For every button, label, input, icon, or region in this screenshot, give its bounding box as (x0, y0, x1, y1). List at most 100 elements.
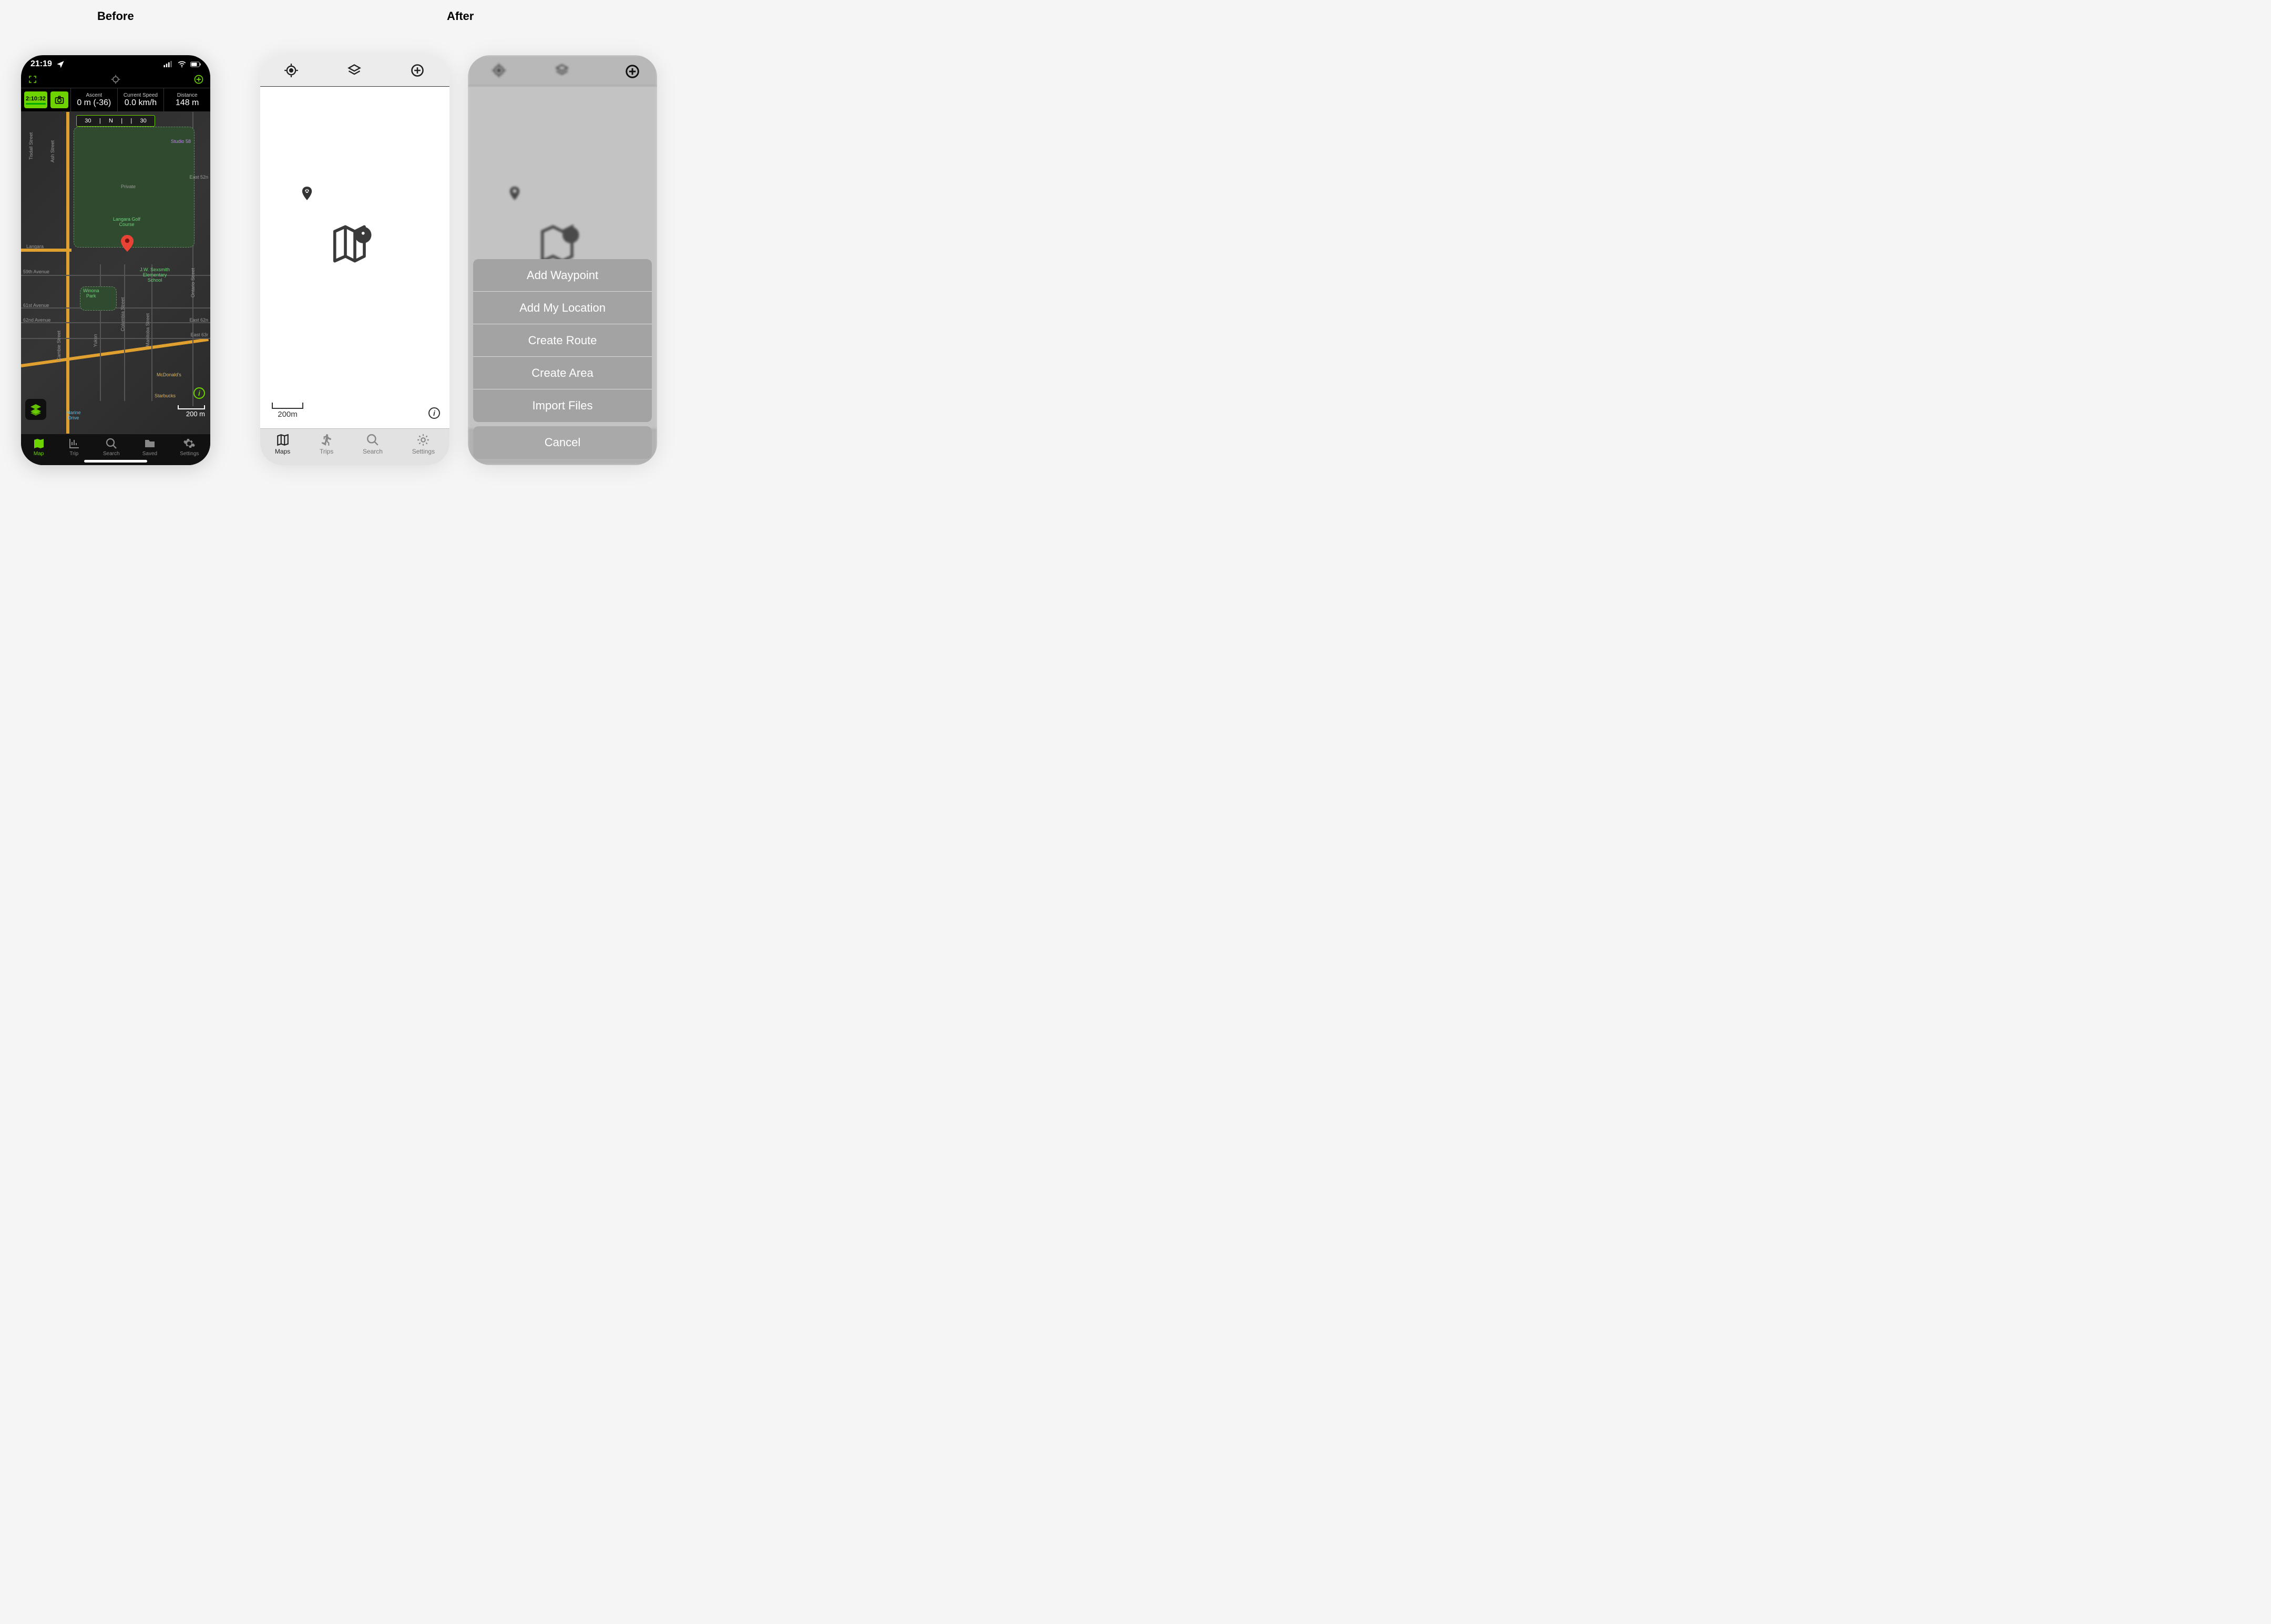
action-add-waypoint[interactable]: Add Waypoint (473, 259, 652, 292)
scale-text: 200m (278, 410, 298, 419)
home-indicator (84, 460, 147, 462)
maplabel-winona: Winona Park (83, 289, 99, 299)
scale-text: 200 m (186, 410, 205, 418)
tab-maps-label: Maps (275, 448, 290, 455)
maplabel-62nd: 62nd Avenue (23, 318, 50, 323)
stat-ascent-value: 0 m (-36) (73, 98, 115, 108)
tab-settings[interactable]: Settings (412, 433, 435, 455)
hiker-icon (320, 433, 333, 447)
tab-saved-label: Saved (142, 451, 157, 457)
location-arrow-icon (55, 59, 66, 69)
top-action-row (21, 73, 210, 88)
chart-icon (68, 437, 80, 450)
location-pin-icon[interactable] (121, 235, 132, 251)
tab-trip-label: Trip (69, 451, 78, 457)
compass-center: N (109, 118, 113, 124)
locate-icon[interactable] (110, 74, 121, 85)
stat-distance[interactable]: Distance 148 m (163, 88, 210, 111)
stat-speed[interactable]: Current Speed 0.0 km/h (117, 88, 164, 111)
info-icon[interactable]: i (193, 387, 205, 399)
stat-speed-value: 0.0 km/h (120, 98, 162, 108)
map-canvas[interactable]: 30 | N || 30 Ash Street Tisdall Street E… (21, 112, 210, 434)
maplabel-starbucks: Starbucks (155, 394, 176, 399)
folder-icon (144, 437, 156, 450)
maplabel-east52: East 52n (189, 175, 208, 180)
status-time: 21:19 (30, 59, 52, 69)
maplabel-sexsmith: J.W. Sexsmith Elementary School (140, 268, 170, 283)
action-sheet: Add Waypoint Add My Location Create Rout… (473, 259, 652, 459)
tab-trip[interactable]: Trip (68, 437, 80, 465)
action-cancel[interactable]: Cancel (473, 426, 652, 459)
maplabel-manitoba: Manitoba Street (146, 313, 151, 347)
gear-icon (416, 433, 430, 447)
wifi-icon (177, 59, 187, 69)
tab-trips-label: Trips (320, 448, 333, 455)
locate-icon[interactable] (284, 63, 300, 79)
layers-icon[interactable] (347, 63, 363, 79)
maplabel-ontario: Ontario Street (191, 268, 196, 297)
tab-bar: Maps Trips Search Settings (260, 428, 449, 465)
maplabel-tisdall: Tisdall Street (29, 132, 34, 160)
scale-bar: 200m (272, 403, 303, 419)
phone-after-actionsheet: Add Waypoint Add My Location Create Rout… (468, 55, 657, 465)
map-canvas[interactable]: 200m i (260, 87, 449, 428)
map-icon (276, 433, 290, 447)
action-add-my-location[interactable]: Add My Location (473, 292, 652, 324)
maplabel-mcdonalds: McDonald's (157, 373, 181, 378)
maplabel-cambie: Cambie Street (57, 331, 62, 361)
stat-ascent-label: Ascent (73, 92, 115, 98)
section-title-after: After (447, 9, 474, 23)
compass-strip[interactable]: 30 | N || 30 (76, 115, 155, 127)
add-icon[interactable] (410, 63, 426, 79)
top-bar (260, 55, 449, 87)
fullscreen-icon[interactable] (27, 74, 38, 85)
map-icon (33, 437, 45, 450)
maplabel-east62: East 62n (189, 318, 208, 323)
tab-maps[interactable]: Maps (275, 433, 290, 455)
action-create-area[interactable]: Create Area (473, 357, 652, 389)
maplabel-columbia: Columbia Street (120, 297, 126, 332)
timer-chip-text: 2:10:32 (26, 96, 46, 102)
action-create-route[interactable]: Create Route (473, 324, 652, 357)
search-icon (105, 437, 118, 450)
phone-before: 21:19 2:10: (21, 55, 210, 465)
stat-distance-label: Distance (166, 92, 208, 98)
add-icon[interactable] (625, 64, 640, 79)
tab-settings-label: Settings (180, 451, 199, 457)
maplabel-studio58: Studio 58 (171, 139, 191, 145)
maplabel-langara: Langara (26, 244, 44, 250)
info-icon[interactable]: i (428, 407, 440, 419)
tab-search[interactable]: Search (363, 433, 383, 455)
tab-settings[interactable]: Settings (180, 437, 199, 465)
tab-map-label: Map (34, 451, 44, 457)
action-import-files[interactable]: Import Files (473, 389, 652, 422)
section-title-before: Before (97, 9, 134, 23)
stat-speed-label: Current Speed (120, 92, 162, 98)
layers-button[interactable] (25, 399, 46, 420)
stat-ascent[interactable]: Ascent 0 m (-36) (70, 88, 117, 111)
stat-distance-value: 148 m (166, 98, 208, 108)
map-placeholder-icon (331, 223, 378, 265)
compass-left: 30 (85, 118, 91, 124)
maplabel-61st: 61st Avenue (23, 303, 49, 309)
action-sheet-group: Add Waypoint Add My Location Create Rout… (473, 259, 652, 422)
maplabel-langara-golf: Langara Golf Course (113, 217, 140, 228)
maplabel-59th: 59th Avenue (23, 270, 49, 275)
tab-search-label: Search (103, 451, 120, 457)
maplabel-marine: Marine Drive (66, 410, 81, 421)
search-icon (366, 433, 380, 447)
maplabel-east63: East 63r (190, 333, 208, 338)
add-icon[interactable] (193, 74, 204, 85)
battery-icon (190, 59, 201, 69)
timer-chip[interactable]: 2:10:32 (24, 91, 47, 108)
phone-after-wireframe: 200m i Maps Trips Search Settings (260, 55, 449, 465)
camera-chip[interactable] (50, 91, 68, 108)
stats-row: 2:10:32 Ascent 0 m (-36) Current Speed 0… (21, 88, 210, 112)
tab-trips[interactable]: Trips (320, 433, 333, 455)
maplabel-private: Private (121, 184, 136, 190)
compass-right: 30 (140, 118, 146, 124)
tab-search-label: Search (363, 448, 383, 455)
person-pin-icon (301, 187, 313, 200)
tab-map[interactable]: Map (33, 437, 45, 465)
cell-signal-icon (163, 59, 173, 69)
